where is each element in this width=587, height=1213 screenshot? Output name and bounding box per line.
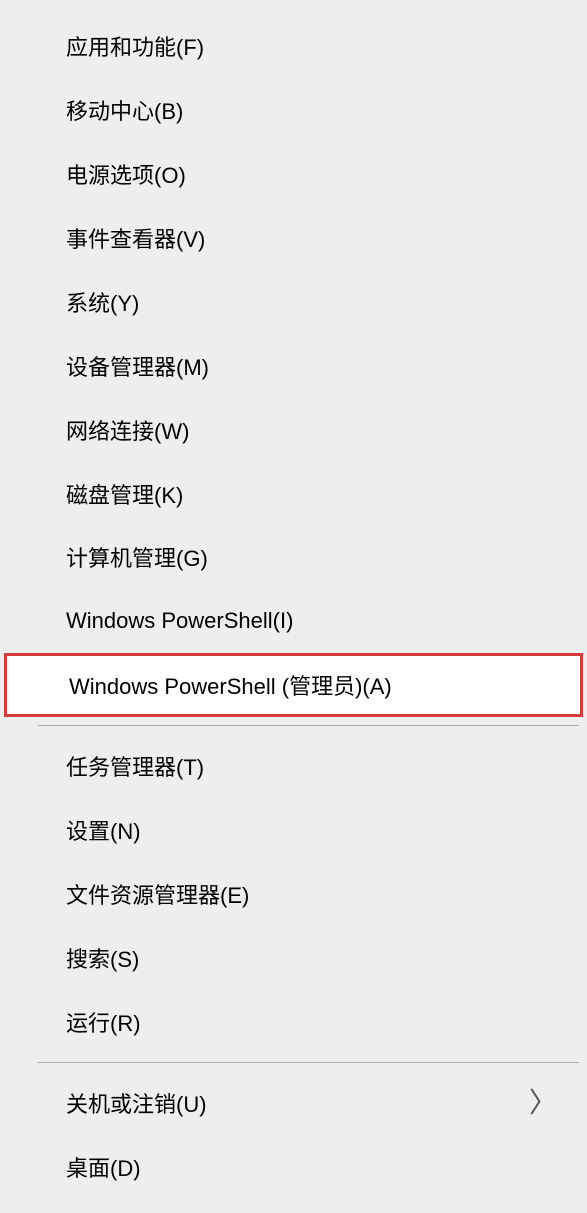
menu-item-shutdown-signout[interactable]: 关机或注销(U) 〉 [0, 1071, 587, 1135]
menu-item-label: 网络连接(W) [66, 414, 189, 446]
menu-item-label: 设备管理器(M) [66, 350, 209, 382]
menu-item-computer-management[interactable]: 计算机管理(G) [0, 526, 587, 590]
menu-item-label: 桌面(D) [66, 1151, 141, 1183]
menu-item-task-manager[interactable]: 任务管理器(T) [0, 734, 587, 798]
menu-item-powershell-admin[interactable]: Windows PowerShell (管理员)(A) [4, 653, 583, 717]
menu-item-label: 计算机管理(G) [66, 541, 208, 573]
menu-item-settings[interactable]: 设置(N) [0, 798, 587, 862]
chevron-right-icon: 〉 [529, 1089, 557, 1117]
menu-item-desktop[interactable]: 桌面(D) [0, 1135, 587, 1199]
menu-item-run[interactable]: 运行(R) [0, 990, 587, 1054]
menu-item-label: 任务管理器(T) [66, 750, 204, 782]
menu-item-label: 文件资源管理器(E) [66, 878, 249, 910]
menu-item-label: 移动中心(B) [66, 94, 183, 126]
menu-item-system[interactable]: 系统(Y) [0, 270, 587, 334]
menu-item-label: 搜索(S) [66, 942, 139, 974]
menu-item-label: 关机或注销(U) [66, 1087, 207, 1119]
menu-item-label: Windows PowerShell(I) [66, 608, 293, 634]
menu-item-label: 应用和功能(F) [66, 30, 204, 62]
menu-item-apps-features[interactable]: 应用和功能(F) [0, 14, 587, 78]
menu-divider [38, 725, 579, 726]
menu-item-search[interactable]: 搜索(S) [0, 926, 587, 990]
menu-item-label: 运行(R) [66, 1006, 141, 1038]
menu-item-network-connections[interactable]: 网络连接(W) [0, 398, 587, 462]
menu-item-label: 设置(N) [66, 814, 141, 846]
menu-divider [38, 1062, 579, 1063]
menu-item-label: 系统(Y) [66, 286, 139, 318]
menu-item-disk-management[interactable]: 磁盘管理(K) [0, 462, 587, 526]
menu-item-file-explorer[interactable]: 文件资源管理器(E) [0, 862, 587, 926]
menu-item-mobility-center[interactable]: 移动中心(B) [0, 78, 587, 142]
menu-item-powershell[interactable]: Windows PowerShell(I) [0, 589, 587, 653]
menu-item-event-viewer[interactable]: 事件查看器(V) [0, 206, 587, 270]
winx-context-menu: 应用和功能(F) 移动中心(B) 电源选项(O) 事件查看器(V) 系统(Y) … [0, 0, 587, 1213]
menu-item-power-options[interactable]: 电源选项(O) [0, 142, 587, 206]
menu-item-device-manager[interactable]: 设备管理器(M) [0, 334, 587, 398]
menu-item-label: Windows PowerShell (管理员)(A) [69, 669, 392, 701]
menu-item-label: 电源选项(O) [66, 158, 186, 190]
menu-item-label: 磁盘管理(K) [66, 478, 183, 510]
menu-item-label: 事件查看器(V) [66, 222, 205, 254]
